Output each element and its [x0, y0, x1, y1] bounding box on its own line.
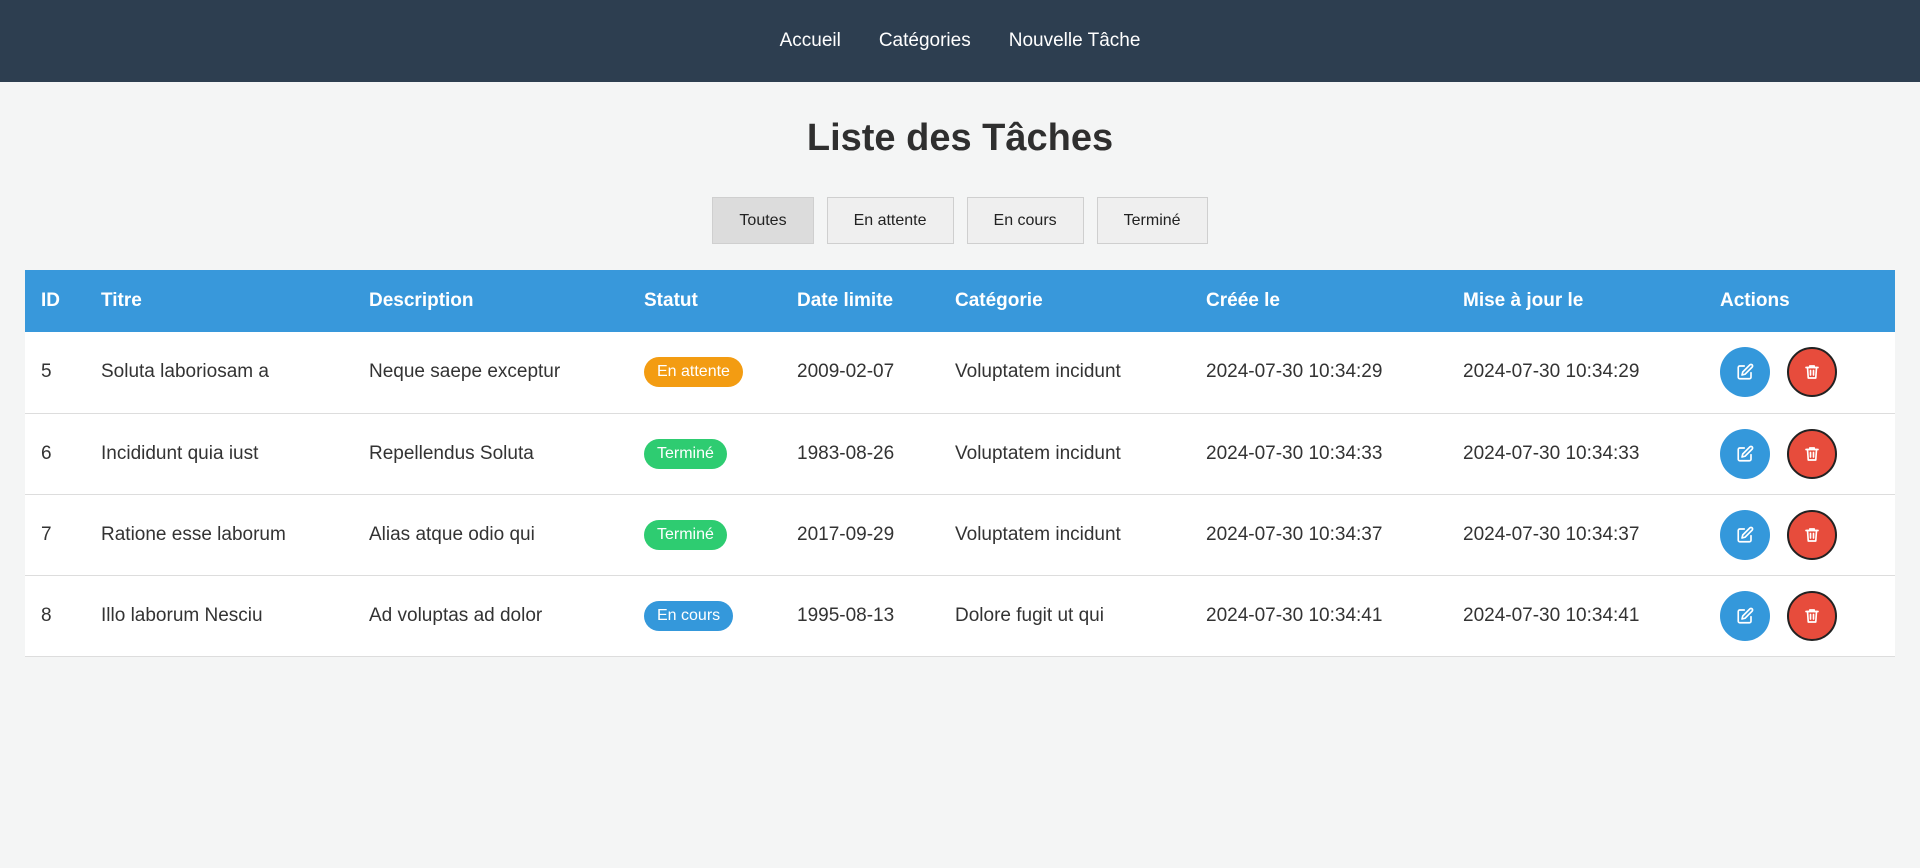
- table-row: 8 Illo laborum Nesciu Ad voluptas ad dolor…: [25, 575, 1895, 656]
- top-navbar: Accueil Catégories Nouvelle Tâche: [0, 0, 1920, 82]
- cell-due-date: 1995-08-13: [797, 604, 895, 626]
- cell-category: Voluptatem incidunt: [955, 361, 1121, 383]
- edit-button[interactable]: [1720, 509, 1770, 560]
- cell-updated: 2024-07-30 10:34:41: [1463, 604, 1640, 626]
- cell-actions: [1704, 494, 1895, 575]
- edit-button[interactable]: [1720, 590, 1770, 641]
- nav-link-categories[interactable]: Catégories: [879, 30, 971, 52]
- cell-created: 2024-07-30 10:34:41: [1206, 604, 1383, 626]
- cell-title: Incididunt quia iust: [101, 442, 259, 464]
- cell-description: Ad voluptas ad dolor: [369, 604, 543, 626]
- table-row: 6 Incididunt quia iust Repellendus Soluta T…: [25, 413, 1895, 494]
- cell-description: Alias atque odio qui: [369, 523, 535, 545]
- nav-link-accueil[interactable]: Accueil: [780, 30, 841, 52]
- status-badge: Terminé: [644, 519, 727, 550]
- cell-status: Terminé: [628, 494, 781, 575]
- edit-icon: [1736, 363, 1754, 381]
- delete-button[interactable]: [1787, 590, 1837, 641]
- cell-created: 2024-07-30 10:34:37: [1206, 523, 1383, 545]
- column-header-status: Statut: [644, 290, 698, 311]
- trash-icon: [1803, 607, 1821, 625]
- cell-category: Dolore fugit ut qui: [955, 604, 1104, 626]
- delete-button[interactable]: [1787, 509, 1837, 560]
- delete-button[interactable]: [1787, 428, 1837, 479]
- cell-actions: [1704, 332, 1895, 413]
- trash-icon: [1803, 445, 1821, 463]
- column-header-title: Titre: [101, 290, 142, 311]
- column-header-description: Description: [369, 290, 474, 311]
- status-badge: En cours: [644, 600, 734, 631]
- row-actions: [1720, 509, 1895, 560]
- column-header-id: ID: [41, 290, 60, 311]
- trash-icon: [1803, 526, 1821, 544]
- cell-status: Terminé: [628, 413, 781, 494]
- cell-title: Illo laborum Nesciu: [101, 604, 263, 626]
- filter-in-progress-button[interactable]: En cours: [966, 197, 1084, 244]
- cell-description: Neque saepe exceptur: [369, 361, 561, 383]
- cell-category: Voluptatem incidunt: [955, 523, 1121, 545]
- status-badge: Terminé: [644, 438, 727, 469]
- status-badge: En attente: [644, 357, 743, 388]
- cell-status: En cours: [628, 575, 781, 656]
- row-actions: [1720, 428, 1895, 479]
- status-filter-bar: Toutes En attente En cours Terminé: [0, 197, 1920, 244]
- column-header-category: Catégorie: [955, 290, 1043, 311]
- cell-status: En attente: [628, 332, 781, 413]
- column-header-created: Créée le: [1206, 290, 1280, 311]
- row-actions: [1720, 347, 1895, 398]
- cell-due-date: 2009-02-07: [797, 361, 895, 383]
- cell-updated: 2024-07-30 10:34:29: [1463, 361, 1640, 383]
- table-body: 5 Soluta laboriosam a Neque saepe exceptur…: [25, 332, 1895, 656]
- cell-actions: [1704, 575, 1895, 656]
- cell-created: 2024-07-30 10:34:33: [1206, 442, 1383, 464]
- cell-due-date: 2017-09-29: [797, 523, 895, 545]
- cell-id: 7: [41, 523, 52, 545]
- edit-button[interactable]: [1720, 347, 1770, 398]
- edit-icon: [1736, 526, 1754, 544]
- table-header-row: ID Titre Description Statut Date limite …: [25, 270, 1895, 332]
- edit-button[interactable]: [1720, 428, 1770, 479]
- cell-title: Soluta laboriosam a: [101, 361, 269, 383]
- column-header-updated: Mise à jour le: [1463, 290, 1584, 311]
- cell-title: Ratione esse laborum: [101, 523, 286, 545]
- cell-updated: 2024-07-30 10:34:37: [1463, 523, 1640, 545]
- tasks-table-container: ID Titre Description Statut Date limite …: [25, 270, 1895, 657]
- cell-actions: [1704, 413, 1895, 494]
- trash-icon: [1803, 363, 1821, 381]
- nav-link-nouvelle-tache[interactable]: Nouvelle Tâche: [1009, 30, 1141, 52]
- edit-icon: [1736, 607, 1754, 625]
- filter-pending-button[interactable]: En attente: [826, 197, 954, 244]
- cell-id: 8: [41, 604, 52, 626]
- cell-id: 5: [41, 361, 52, 383]
- filter-done-button[interactable]: Terminé: [1096, 197, 1208, 244]
- column-header-actions: Actions: [1720, 290, 1790, 311]
- cell-category: Voluptatem incidunt: [955, 442, 1121, 464]
- tasks-table: ID Titre Description Statut Date limite …: [25, 270, 1895, 657]
- edit-icon: [1736, 445, 1754, 463]
- cell-created: 2024-07-30 10:34:29: [1206, 361, 1383, 383]
- table-row: 5 Soluta laboriosam a Neque saepe exceptur…: [25, 332, 1895, 413]
- cell-updated: 2024-07-30 10:34:33: [1463, 442, 1640, 464]
- delete-button[interactable]: [1787, 347, 1837, 398]
- cell-due-date: 1983-08-26: [797, 442, 895, 464]
- cell-description: Repellendus Soluta: [369, 442, 534, 464]
- table-row: 7 Ratione esse laborum Alias atque odio qu…: [25, 494, 1895, 575]
- cell-id: 6: [41, 442, 52, 464]
- row-actions: [1720, 590, 1895, 641]
- filter-all-button[interactable]: Toutes: [712, 197, 814, 244]
- page-title: Liste des Tâches: [806, 117, 1114, 159]
- column-header-due-date: Date limite: [797, 290, 894, 311]
